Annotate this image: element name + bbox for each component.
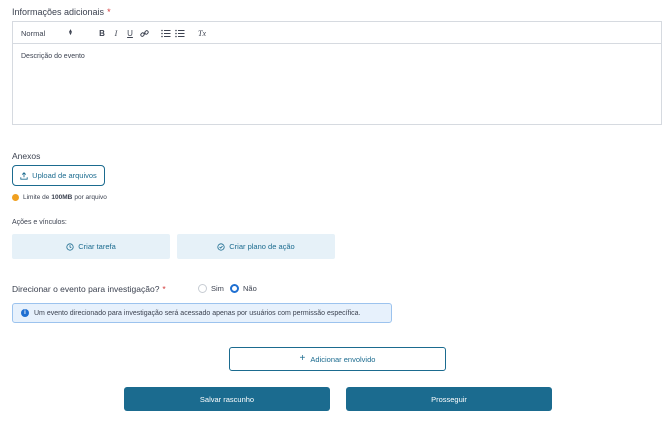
add-involved-button[interactable]: + Adicionar envolvido [229, 347, 446, 371]
check-circle-icon [217, 242, 225, 251]
investigation-question-text: Direcionar o evento para investigação? [12, 284, 160, 294]
limit-prefix: Limite de [23, 194, 50, 201]
actions-title: Ações e vínculos: [12, 219, 67, 226]
radio-yes[interactable] [198, 284, 207, 293]
radio-yes-label: Sim [211, 284, 224, 293]
bullet-list-button[interactable] [174, 22, 186, 44]
editor-text: Descrição do evento [21, 53, 85, 60]
editor-content[interactable]: Descrição do evento [13, 44, 661, 69]
link-button[interactable] [138, 22, 150, 44]
save-draft-button[interactable]: Salvar rascunho [124, 387, 330, 411]
warning-icon [12, 194, 19, 201]
investigation-question: Direcionar o evento para investigação? * [12, 284, 166, 294]
ordered-list-icon [161, 29, 171, 37]
create-action-plan-label: Criar plano de ação [229, 242, 295, 251]
plus-icon: + [299, 353, 306, 364]
upload-icon [20, 171, 28, 180]
format-select[interactable]: Normal ▲ ▼ [21, 22, 73, 44]
clear-format-icon: Tx [198, 28, 206, 38]
radio-option-no[interactable]: Não [230, 283, 257, 294]
editor-toolbar: Normal ▲ ▼ B I U Tx [13, 22, 661, 44]
link-icon [139, 29, 149, 37]
limit-suffix: por arquivo [74, 194, 107, 201]
create-task-label: Criar tarefa [78, 242, 116, 251]
italic-button[interactable]: I [111, 22, 121, 44]
info-banner-text: Um evento direcionado para investigação … [34, 309, 361, 317]
radio-no-label: Não [243, 284, 257, 293]
bold-button[interactable]: B [97, 22, 107, 44]
upload-files-button[interactable]: Upload de arquivos [12, 165, 105, 186]
rich-text-editor: Normal ▲ ▼ B I U Tx Descrição do evento [12, 21, 662, 125]
create-action-plan-button[interactable]: Criar plano de ação [177, 234, 335, 259]
bullet-list-icon [175, 29, 185, 37]
info-section-title: Informações adicionais * [12, 7, 111, 17]
required-mark: * [162, 284, 166, 294]
select-arrows-icon: ▲ ▼ [68, 28, 73, 37]
upload-limit-note: Limite de 100MB por arquivo [12, 194, 107, 201]
info-banner: i Um evento direcionado para investigaçã… [12, 303, 392, 323]
upload-label: Upload de arquivos [32, 171, 97, 180]
radio-no[interactable] [230, 284, 239, 293]
create-task-button[interactable]: Criar tarefa [12, 234, 170, 259]
required-mark: * [107, 7, 111, 17]
underline-button[interactable]: U [125, 22, 135, 44]
proceed-button[interactable]: Prosseguir [346, 387, 552, 411]
add-involved-label: Adicionar envolvido [310, 354, 376, 364]
clear-format-button[interactable]: Tx [196, 22, 208, 44]
format-select-value: Normal [21, 28, 46, 38]
limit-value: 100MB [51, 194, 73, 201]
info-icon: i [21, 309, 29, 317]
info-section-title-text: Informações adicionais [12, 7, 105, 17]
clock-icon [66, 242, 74, 251]
radio-option-yes[interactable]: Sim [198, 283, 224, 294]
attachments-title: Anexos [12, 151, 41, 161]
ordered-list-button[interactable] [160, 22, 172, 44]
